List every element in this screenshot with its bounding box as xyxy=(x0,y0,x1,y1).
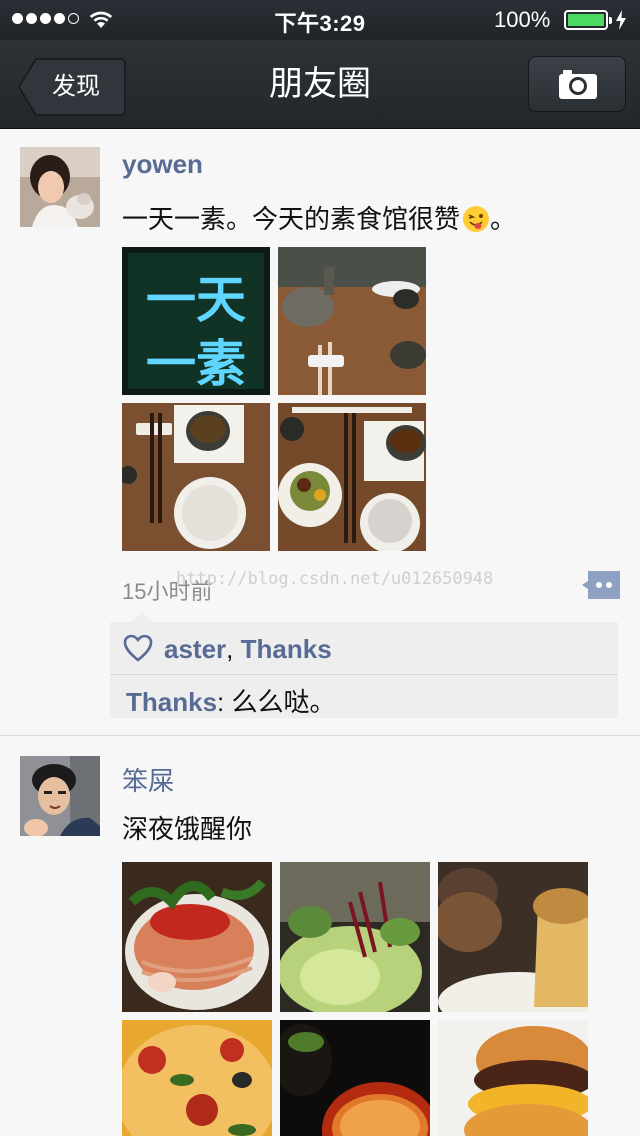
photo-thumbnail[interactable] xyxy=(280,862,430,1012)
comment-text: 么么哒。 xyxy=(231,687,336,717)
photo-thumbnail[interactable] xyxy=(438,1020,588,1136)
photo-sign-line-1: 一天 xyxy=(146,271,246,329)
watermark-text: http://blog.csdn.net/u012650948 xyxy=(176,569,494,589)
charging-bolt-icon xyxy=(616,10,626,30)
like-names: aster, Thanks xyxy=(164,634,332,665)
post-text-body: 一天一素。今天的素食馆很赞 xyxy=(122,204,461,234)
camera-button[interactable] xyxy=(528,56,626,112)
winking-tongue-emoji-icon xyxy=(462,205,490,233)
post-text-suffix: 。 xyxy=(490,204,517,234)
post-text: 深夜饿醒你 xyxy=(122,814,253,844)
status-bar: 下午3:29 100% xyxy=(0,0,640,40)
navigation-bar: 发现 朋友圈 xyxy=(0,40,640,129)
like-name[interactable]: Thanks xyxy=(241,634,332,664)
photo-thumbnail[interactable] xyxy=(122,1020,272,1136)
likes-row: aster, Thanks xyxy=(110,622,618,675)
comment-row[interactable]: Thanks: 么么哒。 xyxy=(126,682,336,719)
comment-bubble-icon xyxy=(582,571,620,599)
heart-icon xyxy=(123,634,153,662)
like-separator: , xyxy=(226,634,234,664)
comment-separator: : xyxy=(217,687,225,717)
photo-thumbnail[interactable] xyxy=(122,862,272,1012)
photo-sign-line-2: 一素 xyxy=(146,335,246,393)
avatar[interactable] xyxy=(20,756,100,836)
battery-percent: 100% xyxy=(494,7,551,32)
photo-thumbnail[interactable] xyxy=(280,1020,430,1136)
avatar[interactable] xyxy=(20,147,100,227)
photo-thumbnail[interactable] xyxy=(278,403,426,551)
comment-button[interactable] xyxy=(582,571,620,599)
moments-feed[interactable]: yowen 一天一素。今天的素食馆很赞 。 一天 一素 15小时前 http:/… xyxy=(0,129,640,1136)
moments-screen: 下午3:29 100% 发现 朋友圈 yowen 一天一素。今天的素食馆很赞 。… xyxy=(0,0,640,1136)
photo-thumbnail[interactable] xyxy=(438,862,588,1012)
photo-thumbnail[interactable]: 一天 一素 xyxy=(122,247,270,395)
photo-thumbnail[interactable] xyxy=(278,247,426,395)
likes-comments-box: aster, Thanks Thanks: 么么哒。 xyxy=(110,612,618,719)
post-text: 一天一素。今天的素食馆很赞 。 xyxy=(122,199,516,236)
like-name[interactable]: aster xyxy=(164,634,226,664)
comment-author[interactable]: Thanks xyxy=(126,687,217,717)
moment-post: 笨屎 深夜饿醒你 xyxy=(0,735,640,1136)
username[interactable]: 笨屎 xyxy=(122,761,174,798)
photo-thumbnail[interactable] xyxy=(122,403,270,551)
camera-icon xyxy=(559,70,597,99)
battery-icon xyxy=(564,10,612,30)
username[interactable]: yowen xyxy=(122,149,203,180)
moment-post: yowen 一天一素。今天的素食馆很赞 。 一天 一素 15小时前 http:/… xyxy=(0,129,640,735)
